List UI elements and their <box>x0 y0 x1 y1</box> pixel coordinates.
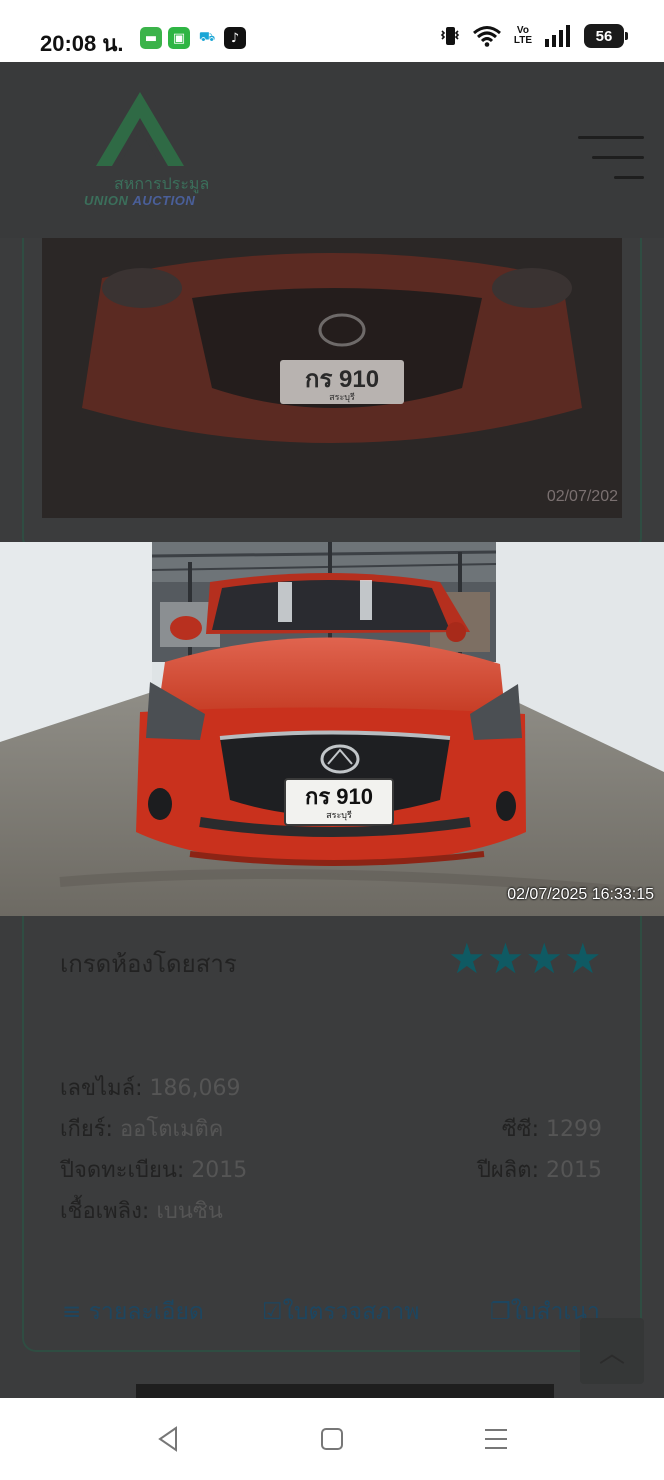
gear-label: เกียร์: <box>60 1117 113 1142</box>
next-card-image-edge <box>136 1384 554 1398</box>
status-time: 20:08 น. <box>40 31 124 56</box>
menu-line-icon <box>592 156 644 159</box>
menu-lines-icon <box>485 1429 507 1449</box>
signal-icon <box>545 25 570 47</box>
inspection-report-label: ใบตรวจสภาพ <box>282 1299 420 1325</box>
menu-line-icon <box>578 136 644 139</box>
back-triangle-icon <box>158 1426 177 1452</box>
logo-en-union: UNION <box>84 193 133 208</box>
registration-year-value: 2015 <box>191 1158 248 1183</box>
registration-year-label: ปีจดทะเบียน: <box>60 1158 185 1183</box>
details-link[interactable]: ≡ รายละเอียด <box>62 1294 204 1330</box>
star-icon: ★ <box>563 934 602 983</box>
production-year-row: ปีผลิต: 2015 <box>477 1152 602 1187</box>
production-year-label: ปีผลิต: <box>476 1158 539 1183</box>
scroll-to-top-button[interactable]: ︿ <box>580 1318 644 1384</box>
system-navigation-bar <box>0 1398 664 1480</box>
mileage-row: เลขไมล์: 186,069 <box>60 1070 240 1105</box>
bg-plate-province: สระบุรี <box>329 392 355 403</box>
back-button[interactable] <box>148 1424 188 1454</box>
menu-line-icon <box>614 176 644 179</box>
background-car-image: กร 910 สระบุรี <box>42 238 622 518</box>
cc-value: 1299 <box>546 1117 602 1142</box>
site-header: สหการประมูล UNION AUCTION <box>0 62 664 238</box>
plate-province: สระบุรี <box>326 810 352 821</box>
home-square-icon <box>321 1428 343 1450</box>
car-photo-image: กร 910 สระบุรี <box>0 542 664 916</box>
checkbox-doc-icon: ☑ <box>262 1299 283 1325</box>
star-icon: ★ <box>448 934 486 983</box>
shopping-cart-icon: ⛟ <box>196 27 218 49</box>
grab-app-icon: ▣ <box>168 27 190 49</box>
wifi-icon <box>472 26 501 47</box>
tiktok-icon: ♪ <box>224 27 246 49</box>
fuel-row: เชื้อเพลิง: เบนซิน <box>60 1193 223 1228</box>
cc-row: ซีซี: 1299 <box>502 1111 602 1146</box>
inspection-report-link[interactable]: ☑ใบตรวจสภาพ <box>262 1294 419 1330</box>
production-year-value: 2015 <box>546 1158 602 1183</box>
copy-icon: ❐ <box>490 1299 511 1325</box>
registration-year-row: ปีจดทะเบียน: 2015 <box>60 1152 247 1187</box>
cabin-grade-label: เกรดห้องโดยสาร <box>60 950 237 978</box>
menu-button[interactable] <box>578 136 644 182</box>
battery-icon: 56 <box>584 24 628 48</box>
notification-icons: ▬ ▣ ⛟ ♪ <box>140 27 246 49</box>
logo-en-auction: AUCTION <box>132 193 196 208</box>
cabin-grade-rating: ★ ★ ★ ★ <box>448 936 602 982</box>
photo-timestamp: 02/07/2025 16:33:15 <box>507 886 654 903</box>
star-icon: ★ <box>486 934 525 983</box>
background-car-photo[interactable]: กร 910 สระบุรี 02/07/202 <box>42 238 622 518</box>
volte-icon: Vo LTE <box>514 26 532 46</box>
chevron-up-icon: ︿ <box>598 1338 625 1369</box>
enlarged-car-photo[interactable]: กร 910 สระบุรี 02/07/2025 16:33:15 <box>0 542 664 916</box>
gear-row: เกียร์: ออโตเมติค <box>60 1111 224 1146</box>
cc-label: ซีซี: <box>501 1117 539 1142</box>
volte-bottom-label: LTE <box>513 35 532 46</box>
fuel-label: เชื้อเพลิง: <box>60 1199 150 1224</box>
background-photo-timestamp: 02/07/202 <box>546 488 618 505</box>
bg-plate-text: กร 910 <box>305 366 379 393</box>
status-right: Vo LTE 56 <box>440 24 628 48</box>
line-app-icon: ▬ <box>140 27 162 49</box>
fuel-value: เบนซิน <box>156 1199 223 1224</box>
union-auction-logo[interactable]: สหการประมูล UNION AUCTION <box>80 90 230 215</box>
status-bar: 20:08 น. ▬ ▣ ⛟ ♪ Vo LTE 56 <box>0 0 664 62</box>
home-button[interactable] <box>312 1424 352 1454</box>
mileage-label: เลขไมล์: <box>60 1076 143 1101</box>
star-icon: ★ <box>525 934 563 983</box>
recent-apps-button[interactable] <box>476 1424 516 1454</box>
logo-english-text: UNION AUCTION <box>84 193 195 208</box>
mileage-value: 186,069 <box>149 1076 241 1101</box>
plate-text: กร 910 <box>305 784 373 809</box>
gear-value: ออโตเมติค <box>119 1117 224 1142</box>
vibrate-icon <box>440 27 459 45</box>
